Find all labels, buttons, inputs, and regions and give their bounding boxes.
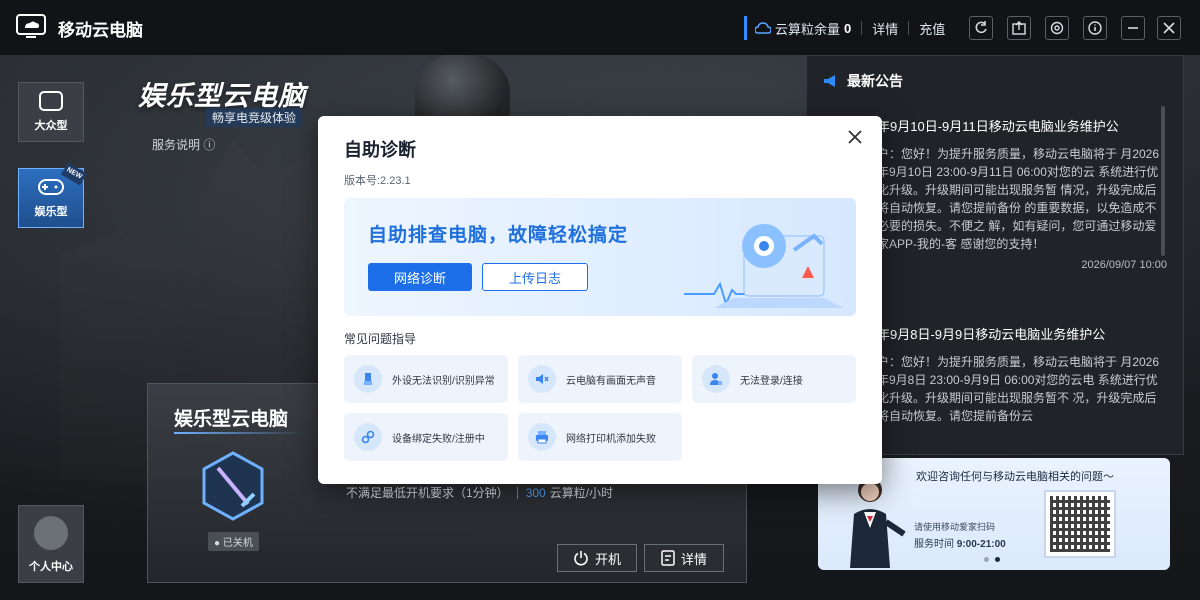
version-label: 版本号:2.23.1 [344, 175, 411, 187]
self-diagnosis-dialog: 自助诊断 版本号:2.23.1 自助排查电脑，故障轻松搞定 网络诊断 上传日志 … [318, 116, 882, 484]
faq-item[interactable]: 无法登录/连接 [692, 355, 856, 403]
faq-item[interactable]: 设备绑定失败/注册中 [344, 413, 508, 461]
banner-title: 自助排查电脑，故障轻松搞定 [368, 225, 629, 246]
faq-label: 设备绑定失败/注册中 [392, 433, 485, 445]
faq-label: 网络打印机添加失败 [566, 433, 656, 445]
usb-icon [354, 365, 382, 393]
printer-icon [528, 423, 556, 451]
faq-heading: 常见问题指导 [344, 332, 417, 346]
link-icon [354, 423, 382, 451]
user-lock-icon [702, 365, 730, 393]
diagnosis-banner: 自助排查电脑，故障轻松搞定 网络诊断 上传日志 [344, 198, 856, 316]
laptop-gear-illustration [684, 224, 844, 308]
faq-label: 云电脑有画面无声音 [566, 375, 656, 387]
faq-label: 外设无法识别/识别异常 [392, 375, 495, 387]
network-diagnosis-button[interactable]: 网络诊断 [368, 263, 472, 291]
faq-item[interactable]: 外设无法识别/识别异常 [344, 355, 508, 403]
faq-item[interactable]: 云电脑有画面无声音 [518, 355, 682, 403]
dialog-close-button[interactable] [844, 128, 866, 150]
close-icon [848, 130, 862, 144]
faq-item[interactable]: 网络打印机添加失败 [518, 413, 682, 461]
upload-log-button[interactable]: 上传日志 [482, 263, 588, 291]
faq-label: 无法登录/连接 [740, 375, 803, 387]
mute-icon [528, 365, 556, 393]
dialog-title: 自助诊断 [344, 140, 416, 160]
